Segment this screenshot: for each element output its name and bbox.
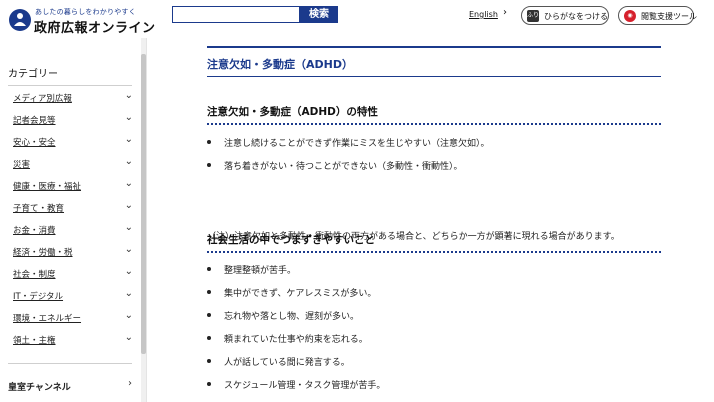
sidebar-item-label: 安心・安全 bbox=[13, 138, 56, 148]
section-divider bbox=[207, 251, 661, 253]
list-item: 集中ができず、ケアレスミスが多い。 bbox=[207, 286, 657, 302]
sidebar-item-territory[interactable]: 領土・主権 ⌄ bbox=[13, 332, 133, 348]
sidebar-item-label: お金・消費 bbox=[13, 226, 56, 236]
list-item: スケジュール管理・タスク管理が苦手。 bbox=[207, 378, 657, 394]
section-heading-characteristics: 注意欠如・多動症（ADHD）の特性 bbox=[207, 106, 378, 118]
section-heading-difficulties: 社会生活の中でつまずきやすいこと bbox=[207, 234, 375, 246]
sidebar-item-label: メディア別広報 bbox=[13, 94, 72, 104]
list-item-text: 整理整頓が苦手。 bbox=[224, 266, 297, 276]
bullet-icon bbox=[207, 290, 211, 294]
sidebar-item-label: IT・デジタル bbox=[13, 292, 64, 302]
chevron-down-icon: ⌄ bbox=[124, 288, 133, 299]
chevron-down-icon: ⌄ bbox=[124, 112, 133, 123]
list-item-text: 頼まれていた仕事や約束を忘れる。 bbox=[224, 335, 368, 345]
sidebar-divider bbox=[8, 363, 132, 364]
accessibility-tool-button[interactable]: ◉ 閲覧支援ツール bbox=[618, 6, 697, 25]
sidebar-heading: カテゴリー bbox=[8, 69, 58, 80]
sidebar-item-media[interactable]: メディア別広報 ⌄ bbox=[13, 90, 133, 106]
english-link[interactable]: English bbox=[469, 10, 498, 19]
search-input[interactable] bbox=[172, 6, 300, 23]
furigana-button-label: ひらがなをつける bbox=[544, 12, 608, 21]
sidebar-item-economy[interactable]: 経済・労働・税 ⌄ bbox=[13, 244, 133, 260]
sidebar-item-label: 皇室チャンネル bbox=[8, 383, 71, 393]
sidebar-item-label: 子育て・教育 bbox=[13, 204, 65, 214]
list-item-text: 落ち着きがない・待つことができない（多動性・衝動性）。 bbox=[224, 162, 463, 172]
list-item-text: 集中ができず、ケアレスミスが多い。 bbox=[224, 289, 377, 299]
chevron-down-icon: ⌄ bbox=[124, 134, 133, 145]
site-logo[interactable]: あしたの暮らしをわかりやすく 政府広報オンライン bbox=[8, 6, 155, 36]
chevron-down-icon: ⌄ bbox=[124, 244, 133, 255]
logo-name: 政府広報オンライン bbox=[34, 21, 156, 36]
logo-tagline: あしたの暮らしをわかりやすく bbox=[35, 8, 136, 16]
site-header: あしたの暮らしをわかりやすく 政府広報オンライン 検索 English › ふり… bbox=[0, 0, 714, 38]
list-item-text: スケジュール管理・タスク管理が苦手。 bbox=[224, 381, 386, 391]
category-sidebar: カテゴリー メディア別広報 ⌄ 記者会見等 ⌄ 安心・安全 ⌄ 災害 ⌄ 健康・… bbox=[0, 38, 147, 402]
list-item-text: 忘れ物や落とし物、遅刻が多い。 bbox=[224, 312, 360, 322]
sidebar-item-label: 環境・エネルギー bbox=[13, 314, 82, 324]
furigana-button[interactable]: ふり ひらがなをつける bbox=[521, 6, 609, 25]
sidebar-item-label: 経済・労働・税 bbox=[13, 248, 73, 258]
sidebar-item-safety[interactable]: 安心・安全 ⌄ bbox=[13, 134, 133, 150]
sidebar-divider bbox=[8, 85, 132, 86]
title-rule-bottom bbox=[207, 76, 661, 77]
sidebar-item-childcare[interactable]: 子育て・教育 ⌄ bbox=[13, 200, 133, 216]
title-rule-top bbox=[207, 46, 661, 48]
sidebar-item-money[interactable]: お金・消費 ⌄ bbox=[13, 222, 133, 238]
sidebar-item-label: 健康・医療・福祉 bbox=[13, 182, 82, 192]
sidebar-scrollbar-thumb[interactable] bbox=[141, 54, 146, 354]
list-item: 頼まれていた仕事や約束を忘れる。 bbox=[207, 332, 657, 348]
sidebar-item-society[interactable]: 社会・制度 ⌄ bbox=[13, 266, 133, 282]
section-divider bbox=[207, 123, 661, 125]
sidebar-item-press[interactable]: 記者会見等 ⌄ bbox=[13, 112, 133, 128]
list-item-text: 人が話している間に発言する。 bbox=[224, 358, 350, 368]
list-item: 忘れ物や落とし物、遅刻が多い。 bbox=[207, 309, 657, 325]
chevron-down-icon: ⌄ bbox=[124, 90, 133, 101]
chevron-down-icon: ⌄ bbox=[124, 178, 133, 189]
bullet-icon bbox=[207, 140, 211, 144]
list-item: 人が話している間に発言する。 bbox=[207, 355, 657, 371]
search-button[interactable]: 検索 bbox=[300, 6, 338, 23]
chevron-down-icon: ⌄ bbox=[124, 200, 133, 211]
chevron-down-icon: ⌄ bbox=[124, 310, 133, 321]
chevron-down-icon: ⌄ bbox=[124, 222, 133, 233]
sidebar-item-health[interactable]: 健康・医療・福祉 ⌄ bbox=[13, 178, 133, 194]
bullet-icon bbox=[207, 382, 211, 386]
furigana-icon: ふり bbox=[527, 10, 539, 22]
sidebar-item-imperial-channel[interactable]: 皇室チャンネル › bbox=[8, 378, 132, 394]
chevron-right-icon: › bbox=[503, 7, 507, 18]
accessibility-tool-label: 閲覧支援ツール bbox=[641, 12, 697, 21]
sidebar-item-label: 領土・主権 bbox=[13, 336, 56, 346]
sidebar-item-disaster[interactable]: 災害 ⌄ bbox=[13, 156, 133, 172]
chevron-down-icon: ⌄ bbox=[124, 332, 133, 343]
sidebar-item-label: 災害 bbox=[13, 160, 31, 170]
list-item: 注意し続けることができず作業にミスを生じやすい（注意欠如）。 bbox=[207, 136, 657, 152]
sidebar-scrollbar[interactable] bbox=[141, 38, 146, 402]
assist-tool-icon: ◉ bbox=[624, 10, 636, 22]
logo-mark-icon bbox=[9, 9, 31, 31]
chevron-right-icon: › bbox=[128, 378, 132, 389]
sidebar-item-label: 記者会見等 bbox=[13, 116, 56, 126]
bullet-icon bbox=[207, 359, 211, 363]
sidebar-item-label: 社会・制度 bbox=[13, 270, 56, 280]
bullet-icon bbox=[207, 267, 211, 271]
chevron-down-icon: ⌄ bbox=[124, 156, 133, 167]
sidebar-item-environment[interactable]: 環境・エネルギー ⌄ bbox=[13, 310, 133, 326]
sidebar-item-it[interactable]: IT・デジタル ⌄ bbox=[13, 288, 133, 304]
list-item-text: 注意し続けることができず作業にミスを生じやすい（注意欠如）。 bbox=[224, 139, 490, 149]
page-title: 注意欠如・多動症（ADHD） bbox=[207, 58, 353, 71]
bullet-icon bbox=[207, 163, 211, 167]
bullet-icon bbox=[207, 336, 211, 340]
chevron-down-icon: ⌄ bbox=[124, 266, 133, 277]
list-item: 整理整頓が苦手。 bbox=[207, 263, 657, 279]
main-content: 注意欠如・多動症（ADHD） 注意欠如・多動症（ADHD）の特性 注意し続けるこ… bbox=[148, 38, 714, 402]
list-item: 落ち着きがない・待つことができない（多動性・衝動性）。 bbox=[207, 159, 657, 175]
bullet-icon bbox=[207, 313, 211, 317]
